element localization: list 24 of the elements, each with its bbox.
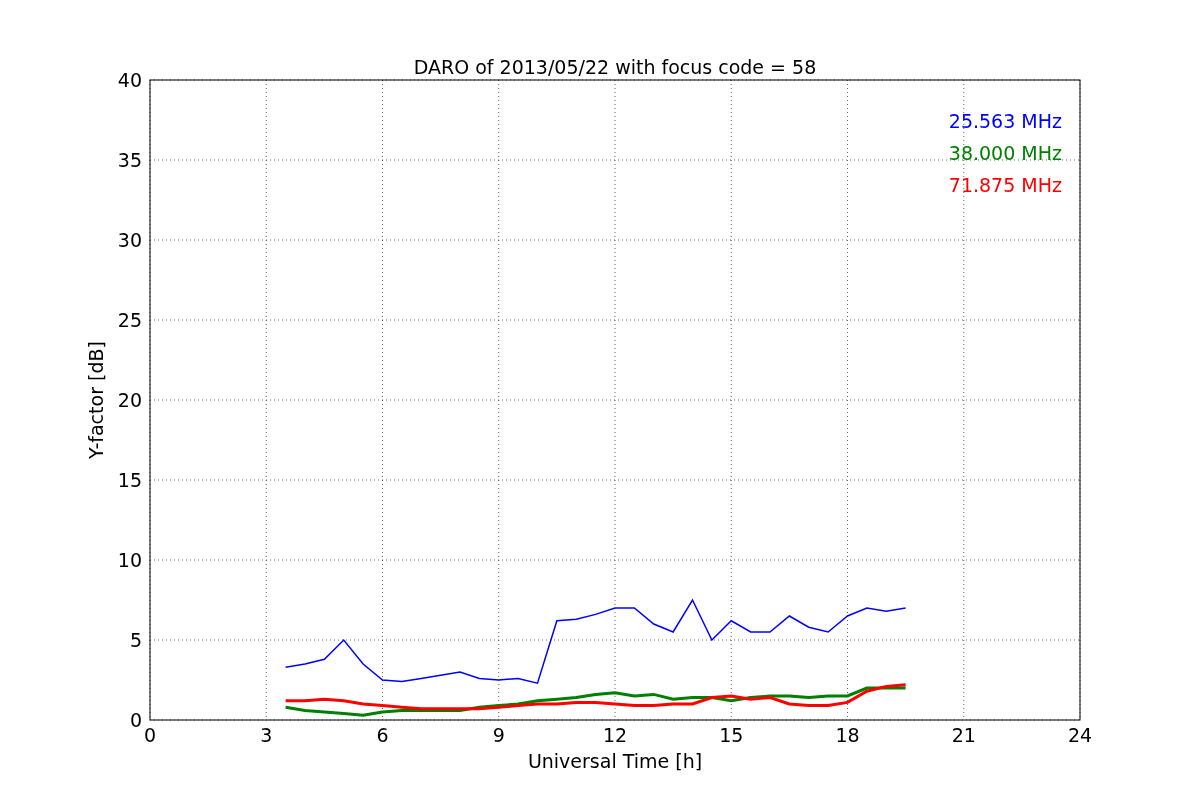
tick-label: 20: [117, 389, 142, 411]
tick-label: 15: [719, 724, 744, 746]
axis-label: Y-factor [dB]: [85, 341, 107, 459]
tick-label: 35: [117, 149, 142, 171]
tick-label: 12: [602, 724, 628, 746]
tick-label: 5: [129, 629, 142, 651]
tick-label: 24: [1067, 724, 1093, 746]
tick-label: 10: [117, 549, 142, 571]
tick-label: 3: [260, 724, 273, 746]
tick-label: 0: [129, 709, 142, 731]
legend-label: 38.000 MHz: [948, 142, 1062, 164]
legend-label: 25.563 MHz: [948, 110, 1062, 132]
tick-label: 40: [117, 69, 142, 91]
tick-label: 21: [951, 724, 976, 746]
tick-label: 30: [117, 229, 142, 251]
tick-label: 6: [376, 724, 389, 746]
chart-title: DARO of 2013/05/22 with focus code = 58: [413, 56, 817, 78]
tick-label: 0: [143, 724, 157, 746]
tick-label: 9: [492, 724, 505, 746]
tick-label: 15: [117, 469, 142, 491]
tick-label: 18: [835, 724, 860, 746]
axis-label: Universal Time [h]: [527, 750, 703, 772]
tick-label: 25: [117, 309, 142, 331]
legend-label: 71.875 MHz: [948, 174, 1062, 196]
